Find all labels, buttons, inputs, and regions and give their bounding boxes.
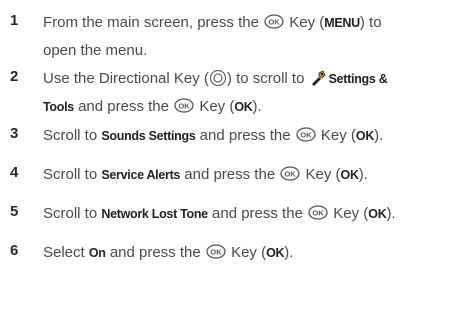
step-text-part: From the main screen, press the bbox=[43, 14, 259, 31]
ok-key-icon: OK bbox=[206, 242, 226, 259]
step-text-part: and press the bbox=[212, 205, 303, 222]
step-text-part: ). bbox=[374, 127, 384, 144]
step-text-part: ). bbox=[252, 98, 262, 115]
ok-key-icon: OK bbox=[174, 96, 194, 113]
ok-key-label: OK bbox=[355, 129, 375, 143]
step-text-part: Scroll to bbox=[43, 205, 98, 222]
step-text: Scroll to Network Lost Tone and press th… bbox=[43, 201, 473, 227]
menu-item-label: Service Alerts bbox=[101, 168, 181, 182]
step-text-part: ). bbox=[358, 166, 368, 183]
ok-key-icon: OK bbox=[296, 125, 316, 142]
step-text-part: Key ( bbox=[289, 14, 325, 31]
step-text-part: Key ( bbox=[305, 166, 341, 183]
step-text: From the main screen, press the OK Key (… bbox=[43, 10, 473, 36]
ok-key-label: OK bbox=[266, 246, 285, 260]
step-text-line2: open the menu. bbox=[43, 42, 148, 59]
step-number: 3 bbox=[10, 125, 19, 142]
step-text-part: and press the bbox=[78, 98, 169, 115]
svg-text:OK: OK bbox=[312, 208, 324, 217]
step-text-part: Scroll to bbox=[43, 166, 98, 183]
menu-item-label: Network Lost Tone bbox=[101, 207, 208, 221]
svg-text:OK: OK bbox=[210, 247, 222, 256]
step-text-part: Key ( bbox=[231, 244, 267, 261]
step-text-part: ). bbox=[284, 244, 294, 261]
ok-key-label: OK bbox=[340, 168, 359, 182]
menu-key-label: MENU bbox=[324, 16, 360, 30]
step-text-part: ) to bbox=[359, 14, 382, 31]
step-number: 5 bbox=[10, 203, 19, 220]
step-text-part: Key ( bbox=[333, 205, 369, 222]
step-text-part: and press the bbox=[109, 244, 201, 261]
step-text: Scroll to Service Alerts and press the O… bbox=[43, 162, 473, 188]
step-text-part: Key ( bbox=[199, 98, 235, 115]
step-text: Use the Directional Key () to scroll to … bbox=[43, 66, 473, 92]
step-text-part: ). bbox=[386, 205, 396, 222]
step-text-part: ) to scroll to bbox=[226, 70, 305, 87]
ok-key-icon: OK bbox=[264, 12, 284, 29]
settings-tools-label: Settings & bbox=[328, 72, 388, 86]
ok-key-label: OK bbox=[234, 100, 253, 114]
ok-key-icon: OK bbox=[308, 203, 328, 220]
svg-text:OK: OK bbox=[179, 101, 191, 110]
option-label: On bbox=[88, 246, 106, 260]
ok-key-label: OK bbox=[368, 207, 387, 221]
step-number: 1 bbox=[10, 12, 19, 29]
svg-text:OK: OK bbox=[285, 169, 297, 178]
step-number: 2 bbox=[10, 68, 19, 85]
menu-item-label: Sounds Settings bbox=[101, 129, 196, 143]
directional-key-icon bbox=[209, 69, 227, 87]
step-text-part: Select bbox=[43, 244, 85, 261]
settings-tools-icon bbox=[309, 69, 327, 87]
svg-text:OK: OK bbox=[268, 17, 280, 26]
step-text-line2: Tools and press the OK Key (OK). bbox=[43, 94, 473, 120]
step-number: 6 bbox=[10, 242, 19, 259]
instruction-steps: 1 From the main screen, press the OK Key… bbox=[0, 0, 475, 319]
step-text: Scroll to Sounds Settings and press the … bbox=[43, 123, 473, 149]
step-text-part: and press the bbox=[199, 127, 291, 144]
ok-key-icon: OK bbox=[280, 164, 300, 181]
step-text-part: Key ( bbox=[320, 127, 356, 144]
step-text-part: and press the bbox=[184, 166, 276, 183]
step-text-part: Use the Directional Key ( bbox=[43, 70, 209, 87]
step-number: 4 bbox=[10, 164, 19, 181]
step-text: Select On and press the OK Key (OK). bbox=[43, 240, 473, 266]
settings-tools-label: Tools bbox=[43, 100, 74, 114]
svg-text:OK: OK bbox=[300, 130, 312, 139]
step-text-part: Scroll to bbox=[43, 127, 98, 144]
